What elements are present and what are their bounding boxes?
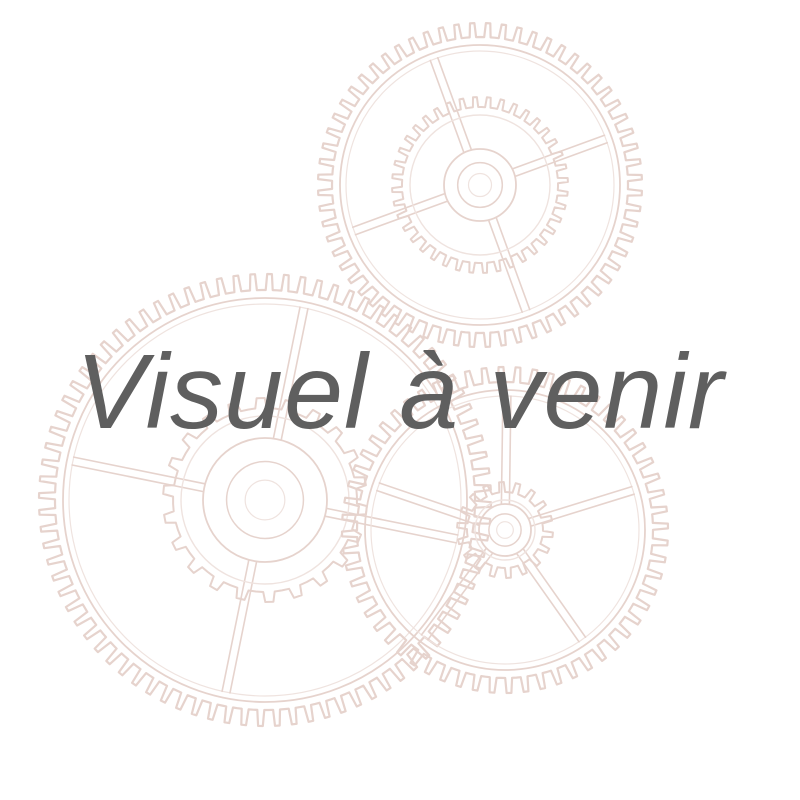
placeholder-canvas: Visuel à venir (0, 0, 800, 800)
placeholder-caption: Visuel à venir (75, 333, 725, 451)
